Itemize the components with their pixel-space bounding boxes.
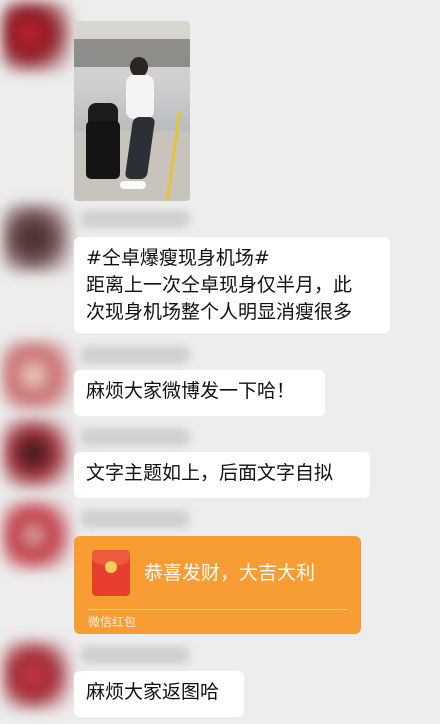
sender-name — [80, 510, 190, 528]
red-packet-title: 恭喜发财，大吉大利 — [144, 562, 316, 584]
message-line: 距离上一次仝卓现身仅半月，此 — [86, 274, 353, 296]
message-line: 文字主题如上，后面文字自拟 — [86, 462, 334, 484]
message-bubble[interactable]: 麻烦大家返图哈 — [74, 671, 244, 717]
sender-name — [80, 646, 190, 664]
message-line: 麻烦大家返图哈 — [86, 681, 220, 703]
red-packet-card[interactable]: 恭喜发财，大吉大利 微信红包 — [74, 536, 361, 634]
red-packet-label: 微信红包 — [88, 615, 137, 629]
sender-name — [80, 210, 190, 228]
avatar[interactable] — [2, 418, 72, 488]
photo-person-body — [126, 75, 154, 119]
message-bubble[interactable]: 文字主题如上，后面文字自拟 — [74, 452, 370, 498]
message-bubble[interactable]: 麻烦大家微博发一下哈！ — [74, 370, 325, 416]
avatar[interactable] — [2, 640, 72, 710]
message-line: 麻烦大家微博发一下哈！ — [86, 380, 296, 402]
message-bubble[interactable]: #仝卓爆瘦现身机场# 距离上一次仝卓现身仅半月，此 次现身机场整个人明显消瘦很多 — [74, 237, 390, 333]
avatar[interactable] — [2, 203, 72, 273]
red-packet-divider — [88, 609, 347, 610]
sender-name — [80, 346, 190, 364]
photo-suitcase — [86, 121, 120, 179]
message-line: #仝卓爆瘦现身机场# — [86, 247, 270, 269]
sender-name — [80, 428, 190, 446]
avatar[interactable] — [2, 2, 72, 72]
red-envelope-seal — [105, 561, 117, 573]
avatar[interactable] — [2, 340, 72, 410]
red-envelope-icon — [92, 550, 130, 596]
message-line: 次现身机场整个人明显消瘦很多 — [86, 301, 353, 323]
shared-photo[interactable] — [74, 21, 190, 201]
avatar[interactable] — [2, 500, 72, 570]
photo-person-head — [130, 57, 148, 77]
photo-shoe — [120, 181, 146, 189]
